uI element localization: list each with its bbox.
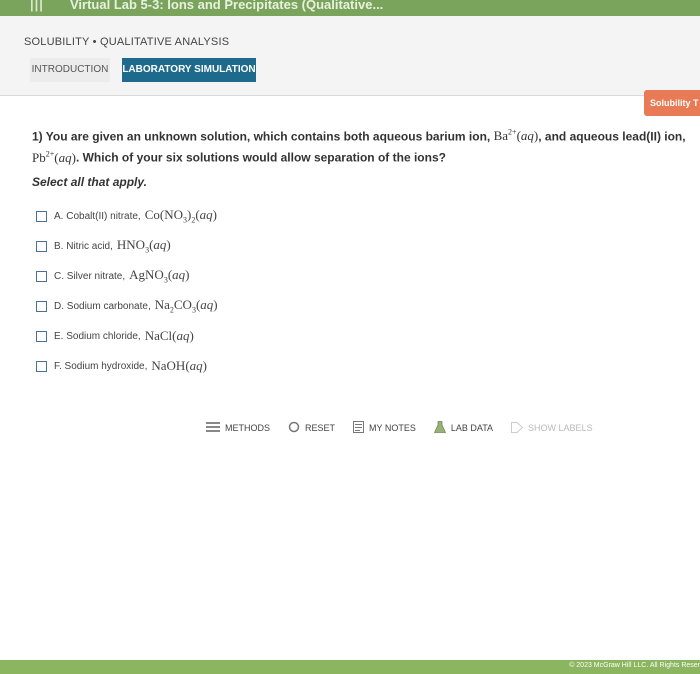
checkbox[interactable]	[36, 270, 47, 282]
checkbox[interactable]	[36, 300, 47, 312]
choice-sodium-carbonate[interactable]: D. Sodium carbonate, Na2CO3(aq)	[36, 291, 218, 321]
checkbox[interactable]	[36, 330, 47, 342]
tag-icon	[511, 421, 524, 435]
breadcrumb: SOLUBILITY • QUALITATIVE ANALYSIS	[24, 36, 230, 48]
choice-cobalt-nitrate[interactable]: A. Cobalt(II) nitrate, Co(NO3)2(aq)	[36, 201, 218, 231]
question-lead: 1) You are given an unknown solution, wh…	[32, 129, 494, 144]
select-all-prompt: Select all that apply.	[32, 175, 147, 189]
lab-toolbar: METHODS RESET MY NOTES LAB DATA SHOW LAB…	[206, 418, 611, 438]
choice-sodium-hydroxide[interactable]: F. Sodium hydroxide, NaOH(aq)	[36, 351, 218, 381]
window-title: Virtual Lab 5-3: Ions and Precipitates (…	[70, 0, 384, 12]
footer-bar: © 2023 McGraw Hill LLC. All Rights Reser	[0, 660, 700, 674]
show-labels-button[interactable]: SHOW LABELS	[511, 421, 593, 435]
menu-grip-icon: |||	[30, 0, 44, 12]
question-tail: . Which of your six solutions would allo…	[75, 150, 446, 165]
question-mid: , and aqueous lead(II) ion,	[538, 129, 686, 144]
choice-nitric-acid[interactable]: B. Nitric acid, HNO3(aq)	[36, 231, 218, 261]
reset-circle-icon	[288, 421, 300, 435]
list-icon	[206, 421, 220, 435]
choice-list: A. Cobalt(II) nitrate, Co(NO3)2(aq) B. N…	[36, 201, 218, 381]
checkbox[interactable]	[36, 210, 47, 222]
tab-introduction[interactable]: INTRODUCTION	[30, 58, 110, 82]
copyright-text: © 2023 McGraw Hill LLC. All Rights Reser	[569, 662, 700, 669]
tab-laboratory-simulation[interactable]: LABORATORY SIMULATION	[122, 58, 256, 82]
reset-button[interactable]: RESET	[288, 421, 335, 435]
choice-silver-nitrate[interactable]: C. Silver nitrate, AgNO3(aq)	[36, 261, 218, 291]
checkbox[interactable]	[36, 240, 47, 252]
my-notes-button[interactable]: MY NOTES	[353, 421, 416, 435]
question-text: 1) You are given an unknown solution, wh…	[32, 128, 686, 165]
methods-button[interactable]: METHODS	[206, 421, 270, 435]
notes-icon	[353, 421, 365, 435]
browser-title-bar: ||| Virtual Lab 5-3: Ions and Precipitat…	[0, 0, 700, 16]
lab-header: SOLUBILITY • QUALITATIVE ANALYSIS INTROD…	[0, 16, 700, 96]
flask-icon	[433, 421, 446, 435]
checkbox[interactable]	[36, 360, 47, 372]
choice-sodium-chloride[interactable]: E. Sodium chloride, NaCl(aq)	[36, 321, 218, 351]
lab-data-button[interactable]: LAB DATA	[433, 421, 493, 435]
solubility-table-button[interactable]: Solubility T	[644, 90, 700, 116]
